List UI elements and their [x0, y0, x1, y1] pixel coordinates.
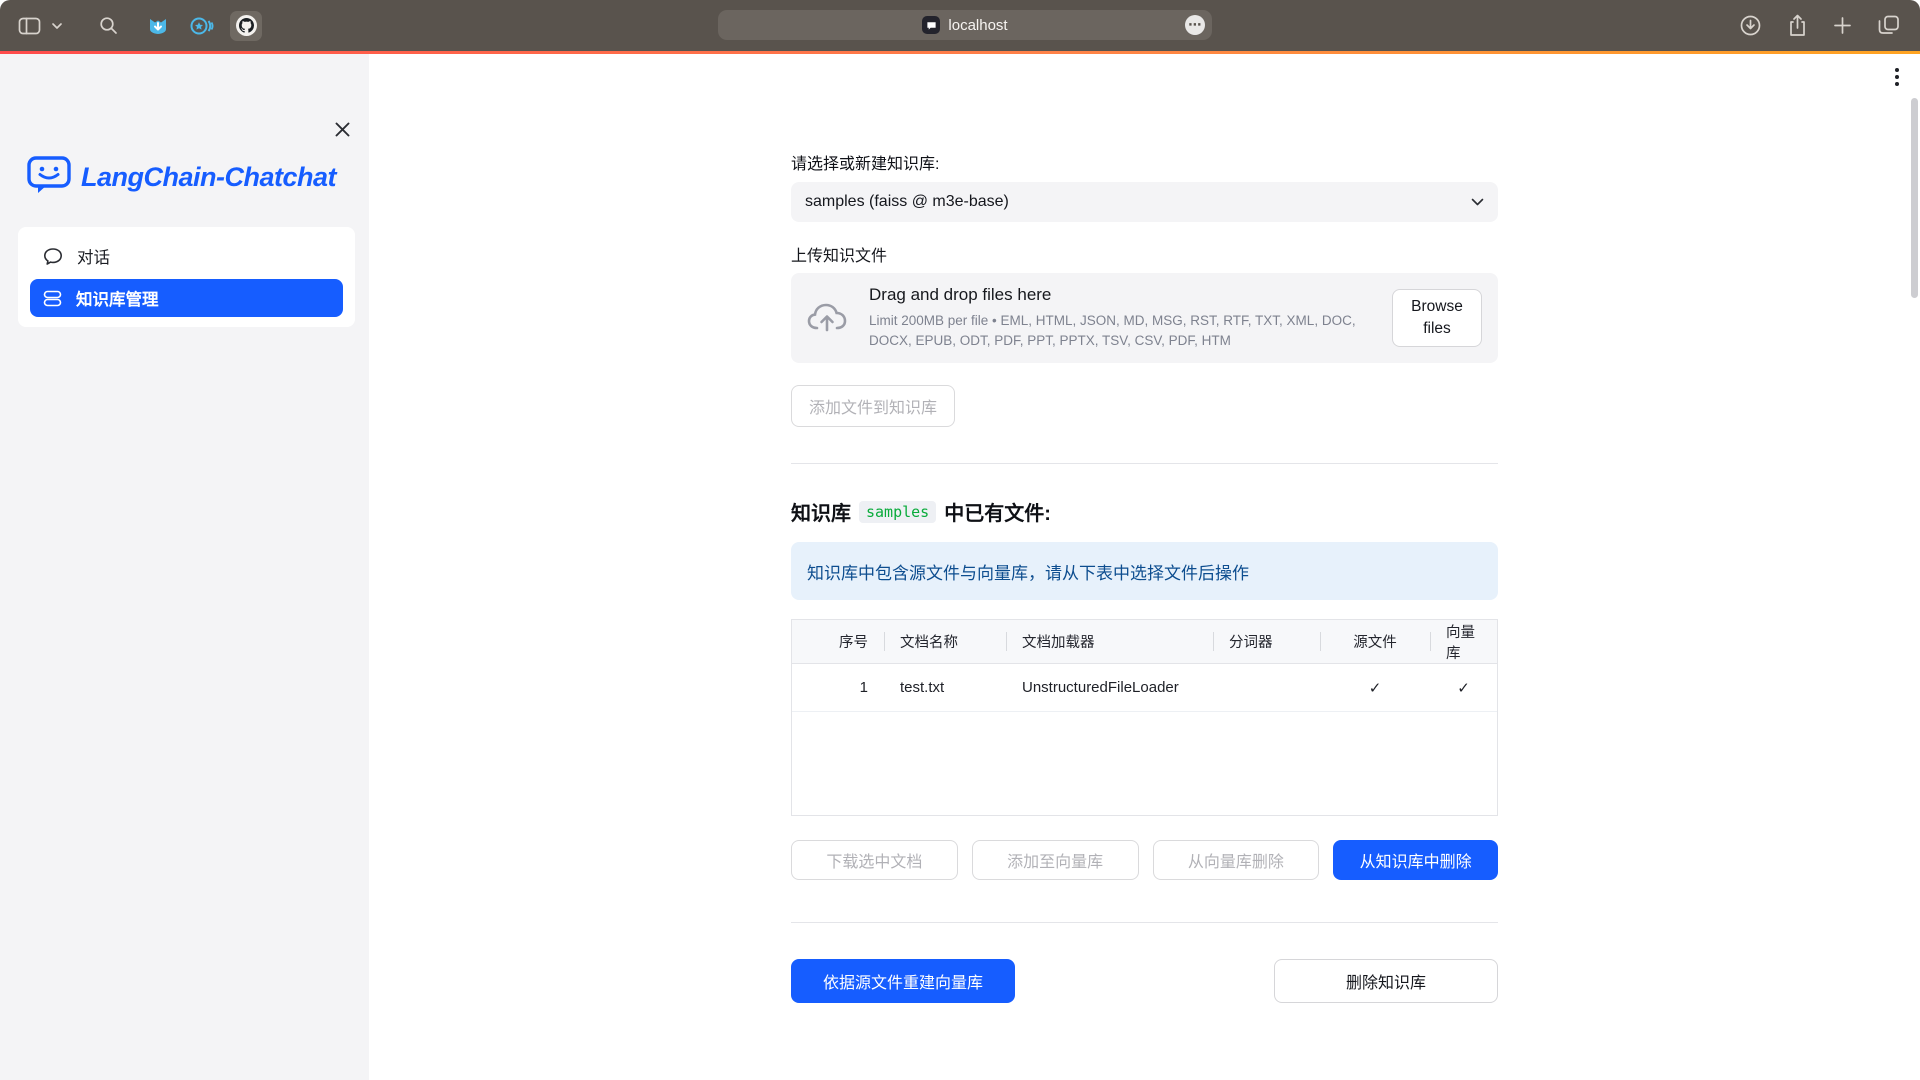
table-header-row: 序号 文档名称 文档加载器 分词器 源文件 向量库	[792, 620, 1497, 664]
cloud-upload-icon	[807, 302, 847, 334]
files-heading: 知识库 samples 中已有文件:	[791, 497, 1498, 526]
col-header-index[interactable]: 序号	[792, 620, 884, 663]
sidebar: LangChain-Chatchat 对话 知识库管理	[0, 54, 369, 1080]
cell-loader: UnstructuredFileLoader	[1006, 679, 1213, 696]
browser-toolbar: localhost ⋯	[0, 0, 1920, 51]
col-header-splitter[interactable]: 分词器	[1213, 620, 1320, 663]
cell-name: test.txt	[884, 679, 1006, 696]
sidebar-nav: 对话 知识库管理	[18, 227, 355, 327]
kb-name-code: samples	[859, 501, 936, 523]
cell-vector-check: ✓	[1430, 679, 1497, 697]
add-files-to-kb-button[interactable]: 添加文件到知识库	[791, 385, 955, 427]
app-menu-icon[interactable]	[1891, 64, 1903, 90]
delete-kb-button[interactable]: 删除知识库	[1274, 959, 1498, 1003]
database-icon	[43, 289, 62, 308]
sidebar-item-label: 知识库管理	[76, 286, 159, 310]
sidebar-item-dialogue[interactable]: 对话	[30, 237, 343, 275]
github-logo	[236, 15, 257, 36]
heading-prefix: 知识库	[791, 497, 851, 526]
info-banner: 知识库中包含源文件与向量库，请从下表中选择文件后操作	[791, 542, 1498, 600]
search-icon[interactable]	[99, 16, 118, 35]
share-icon[interactable]	[1788, 14, 1807, 37]
url-text: localhost	[948, 17, 1007, 34]
download-selected-button[interactable]: 下载选中文档	[791, 840, 958, 880]
delete-from-kb-button[interactable]: 从知识库中删除	[1333, 840, 1498, 880]
sidebar-item-kb-management[interactable]: 知识库管理	[30, 279, 343, 317]
table-row[interactable]: 1 test.txt UnstructuredFileLoader ✓ ✓	[792, 664, 1497, 712]
files-table[interactable]: 序号 文档名称 文档加载器 分词器 源文件 向量库 1 test.txt Uns…	[791, 619, 1498, 816]
dropzone-title: Drag and drop files here	[869, 285, 1392, 305]
heading-suffix: 中已有文件:	[944, 497, 1051, 526]
sidebar-toggle-icon[interactable]	[18, 17, 41, 35]
col-header-name[interactable]: 文档名称	[884, 620, 1006, 663]
app-logo: LangChain-Chatchat	[0, 54, 369, 201]
add-to-vectorstore-button[interactable]: 添加至向量库	[972, 840, 1139, 880]
col-header-loader[interactable]: 文档加载器	[1006, 620, 1213, 663]
main-area: 请选择或新建知识库: samples (faiss @ m3e-base) 上传…	[369, 54, 1920, 1080]
table-actions: 下载选中文档 添加至向量库 从向量库删除 从知识库中删除	[791, 840, 1498, 880]
kb-selectbox[interactable]: samples (faiss @ m3e-base)	[791, 182, 1498, 222]
col-header-source[interactable]: 源文件	[1320, 620, 1430, 663]
site-favicon	[922, 16, 940, 34]
cell-source-check: ✓	[1320, 679, 1430, 697]
file-dropzone[interactable]: Drag and drop files here Limit 200MB per…	[791, 273, 1498, 363]
chevron-down-icon[interactable]	[51, 22, 63, 30]
kb-selected-value: samples (faiss @ m3e-base)	[805, 193, 1009, 211]
sidebar-close-icon[interactable]	[331, 118, 353, 140]
browse-files-button[interactable]: Browse files	[1392, 289, 1482, 348]
tab-overview-icon[interactable]	[1878, 15, 1900, 36]
downloads-icon[interactable]	[1740, 15, 1761, 36]
chevron-down-icon	[1471, 198, 1484, 206]
extension-github-icon[interactable]	[230, 11, 262, 41]
kb-footer-actions: 依据源文件重建向量库 删除知识库	[791, 959, 1498, 1003]
new-tab-icon[interactable]	[1834, 17, 1851, 34]
kb-select-label: 请选择或新建知识库:	[791, 150, 1498, 174]
chat-bubble-icon	[43, 247, 63, 266]
cell-index: 1	[792, 679, 884, 696]
info-text: 知识库中包含源文件与向量库，请从下表中选择文件后操作	[807, 559, 1249, 584]
divider	[791, 463, 1498, 464]
divider	[791, 922, 1498, 923]
sidebar-item-label: 对话	[77, 244, 110, 268]
page-options-icon[interactable]: ⋯	[1185, 15, 1205, 35]
address-bar[interactable]: localhost ⋯	[718, 10, 1212, 40]
extension-circles-icon[interactable]	[190, 16, 214, 36]
col-header-vector[interactable]: 向量库	[1430, 620, 1497, 663]
upload-label: 上传知识文件	[791, 242, 1498, 266]
chatchat-logo-icon	[26, 154, 72, 201]
app-title: LangChain-Chatchat	[81, 162, 336, 193]
scrollbar-thumb[interactable]	[1911, 98, 1918, 298]
dropzone-limit: Limit 200MB per file • EML, HTML, JSON, …	[869, 311, 1389, 350]
extension-cat-icon[interactable]	[148, 16, 168, 36]
rebuild-vectorstore-button[interactable]: 依据源文件重建向量库	[791, 959, 1015, 1003]
remove-from-vectorstore-button[interactable]: 从向量库删除	[1153, 840, 1320, 880]
